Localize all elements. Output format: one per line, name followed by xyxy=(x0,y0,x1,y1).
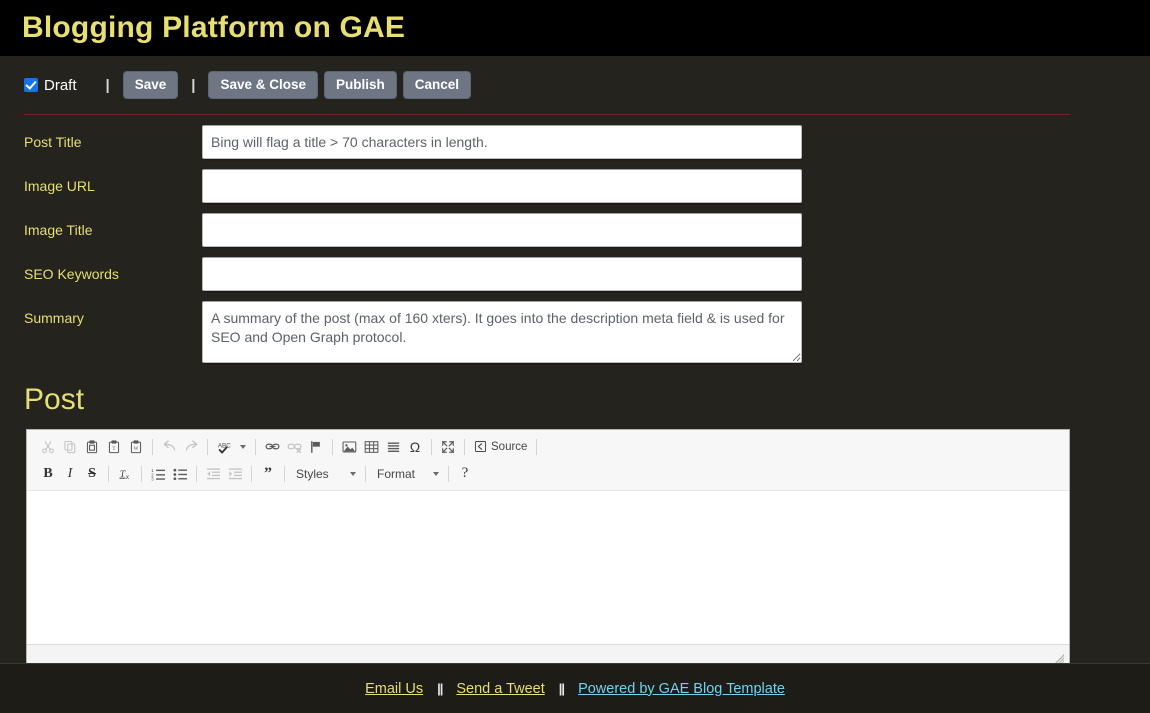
blockquote-icon[interactable]: ” xyxy=(257,464,279,484)
svg-text:ABC: ABC xyxy=(218,442,231,449)
svg-text:3: 3 xyxy=(151,476,154,481)
editor-toolbar: T W ABC Ω Source B I S T x 1 2 3 ” Style… xyxy=(27,430,1069,491)
toolbar-separator xyxy=(332,438,333,455)
bold-icon[interactable]: B xyxy=(37,464,59,484)
toolbar-separator xyxy=(207,438,208,455)
action-toolbar: Draft | Save | Save & Close Publish Canc… xyxy=(0,56,1150,102)
summary-textarea[interactable] xyxy=(202,301,802,363)
image-url-input[interactable] xyxy=(202,169,802,203)
source-label: Source xyxy=(491,440,528,453)
draft-checkbox-group[interactable]: Draft xyxy=(24,77,77,94)
label-summary: Summary xyxy=(24,310,84,326)
footer-link-send-a-tweet[interactable]: Send a Tweet xyxy=(456,681,544,697)
toolbar-separator xyxy=(141,465,142,482)
table-icon[interactable] xyxy=(360,437,382,457)
format-dropdown-label: Format xyxy=(377,466,416,481)
decrease-indent-icon[interactable] xyxy=(202,464,224,484)
post-section-heading: Post xyxy=(24,383,85,416)
toolbar-separator xyxy=(448,465,449,482)
strikethrough-icon[interactable]: S xyxy=(81,464,103,484)
horizontal-rule-icon[interactable] xyxy=(382,437,404,457)
svg-text:T: T xyxy=(112,446,116,452)
chevron-down-icon xyxy=(433,471,439,476)
footer-separator-2: || xyxy=(558,681,565,696)
toolbar-separator xyxy=(536,438,538,455)
form-row-seo-keywords: SEO Keywords xyxy=(24,257,1150,291)
footer-link-email-us[interactable]: Email Us xyxy=(365,681,423,697)
toolbar-separator xyxy=(108,465,109,482)
editor-content-area[interactable] xyxy=(27,491,1069,644)
format-dropdown[interactable]: Format xyxy=(371,465,443,483)
image-title-input[interactable] xyxy=(202,213,802,247)
save-and-close-button[interactable]: Save & Close xyxy=(208,70,318,100)
rich-text-editor: T W ABC Ω Source B I S T x 1 2 3 ” Style… xyxy=(26,429,1070,668)
publish-button[interactable]: Publish xyxy=(324,70,397,100)
toolbar-separator xyxy=(152,438,153,455)
cut-icon[interactable] xyxy=(37,437,59,457)
chevron-down-icon xyxy=(240,444,246,449)
form-row-image-url: Image URL xyxy=(24,169,1150,203)
image-icon[interactable] xyxy=(338,437,360,457)
cancel-button[interactable]: Cancel xyxy=(402,70,472,100)
toolbar-separator-2: | xyxy=(191,76,196,94)
toolbar-separator xyxy=(284,465,285,482)
remove-format-icon[interactable]: T x xyxy=(114,464,136,484)
footer-link-powered-by[interactable]: Powered by GAE Blog Template xyxy=(578,681,785,697)
form-row-summary: Summary xyxy=(24,301,1150,363)
spellcheck-icon[interactable]: ABC xyxy=(213,438,250,456)
toolbar-separator xyxy=(251,465,252,482)
maximize-icon[interactable] xyxy=(437,437,459,457)
toolbar-separator-1: | xyxy=(105,76,110,94)
form-row-image-title: Image Title xyxy=(24,213,1150,247)
toolbar-separator xyxy=(255,438,256,455)
undo-icon[interactable] xyxy=(158,437,180,457)
seo-keywords-input[interactable] xyxy=(202,257,802,291)
special-char-icon[interactable]: Ω xyxy=(404,437,426,457)
post-metadata-form: Post Title Image URL Image Title SEO Key… xyxy=(0,115,1150,363)
toolbar-separator xyxy=(365,465,366,482)
save-button[interactable]: Save xyxy=(122,70,179,100)
label-image-url: Image URL xyxy=(24,178,95,194)
paste-from-word-icon[interactable]: W xyxy=(125,437,147,457)
label-post-title: Post Title xyxy=(24,134,82,150)
source-button[interactable]: Source xyxy=(470,438,531,455)
anchor-icon[interactable] xyxy=(305,437,327,457)
styles-dropdown[interactable]: Styles xyxy=(290,465,360,483)
copy-icon[interactable] xyxy=(59,437,81,457)
site-header: Blogging Platform on GAE xyxy=(0,0,1150,56)
numbered-list-icon[interactable]: 1 2 3 xyxy=(147,464,169,484)
svg-text:W: W xyxy=(134,446,139,452)
footer-separator-1: || xyxy=(437,681,443,696)
link-icon[interactable] xyxy=(261,437,283,457)
draft-label: Draft xyxy=(44,76,77,94)
svg-text:x: x xyxy=(125,474,129,481)
unlink-icon[interactable] xyxy=(283,437,305,457)
styles-dropdown-label: Styles xyxy=(296,466,329,481)
about-help-icon[interactable]: ? xyxy=(454,464,476,484)
draft-checkbox[interactable] xyxy=(24,78,38,92)
toolbar-separator xyxy=(431,438,432,455)
chevron-down-icon xyxy=(350,471,356,476)
increase-indent-icon[interactable] xyxy=(224,464,246,484)
toolbar-separator xyxy=(464,438,465,455)
redo-icon[interactable] xyxy=(180,437,202,457)
form-row-post-title: Post Title xyxy=(24,125,1150,159)
bulleted-list-icon[interactable] xyxy=(169,464,191,484)
label-seo-keywords: SEO Keywords xyxy=(24,266,119,282)
toolbar-separator xyxy=(196,465,197,482)
editor-toolbar-row-2: B I S T x 1 2 3 ” Styles Format ? xyxy=(31,460,1065,487)
paste-as-text-icon[interactable]: T xyxy=(103,437,125,457)
paste-icon[interactable] xyxy=(81,437,103,457)
post-title-input[interactable] xyxy=(202,125,802,159)
site-footer: Email Us || Send a Tweet || Powered by G… xyxy=(0,663,1150,713)
editor-toolbar-row-1: T W ABC Ω Source xyxy=(31,433,1065,460)
page-title: Blogging Platform on GAE xyxy=(22,11,406,44)
italic-icon[interactable]: I xyxy=(59,464,81,484)
label-image-title: Image Title xyxy=(24,222,93,238)
